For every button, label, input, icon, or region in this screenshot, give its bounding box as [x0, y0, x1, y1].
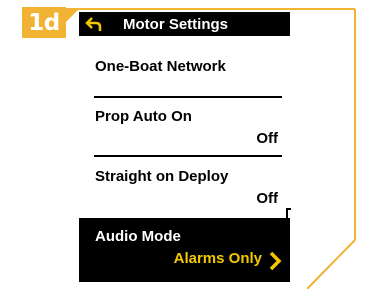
- menu-item-label: Prop Auto On: [95, 108, 192, 125]
- title-bar: Motor Settings: [79, 12, 290, 36]
- menu-item-label: One-Boat Network: [95, 58, 226, 75]
- back-arrow-icon[interactable]: [79, 12, 109, 36]
- menu-item-label: Audio Mode: [95, 228, 181, 245]
- menu-item-label: Straight on Deploy: [95, 168, 229, 185]
- menu-item-audio-mode[interactable]: Audio Mode Alarms Only: [79, 218, 290, 282]
- menu-item-straight-on-deploy[interactable]: Straight on Deploy Off: [79, 168, 284, 212]
- chevron-right-icon: [269, 251, 282, 271]
- divider: [94, 155, 282, 157]
- divider: [94, 96, 282, 98]
- screen-title: Motor Settings: [123, 15, 228, 33]
- menu-item-value: Alarms Only: [173, 250, 262, 267]
- step-badge: 1d: [22, 7, 66, 38]
- menu-item-value: Off: [256, 130, 278, 147]
- menu-item-one-boat-network[interactable]: One-Boat Network: [79, 58, 284, 98]
- device-screen: Motor Settings One-Boat Network Prop Aut…: [79, 12, 291, 289]
- menu-item-prop-auto-on[interactable]: Prop Auto On Off: [79, 108, 284, 152]
- menu-item-value: Off: [256, 190, 278, 207]
